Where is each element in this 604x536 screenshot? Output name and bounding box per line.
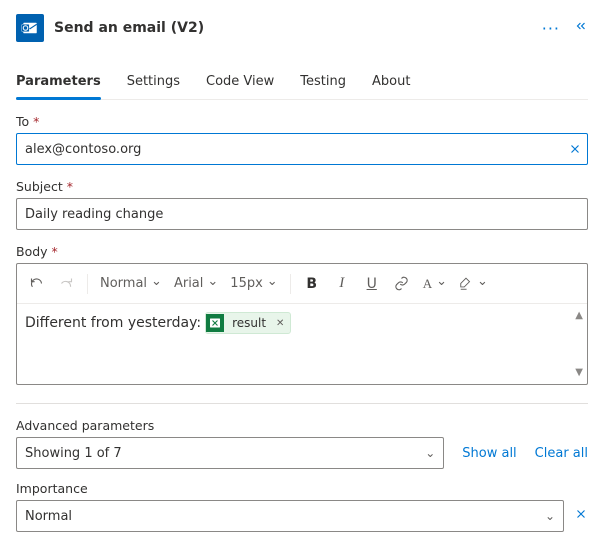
clear-to-button[interactable]	[568, 142, 582, 156]
highlight-color-dropdown[interactable]	[455, 276, 492, 291]
font-color-dropdown[interactable]: A	[419, 276, 451, 292]
body-textarea[interactable]: ▲ Different from yesterday: result ✕ ▼	[17, 304, 587, 384]
tab-parameters[interactable]: Parameters	[16, 68, 101, 99]
section-divider	[16, 403, 588, 404]
scroll-up-icon[interactable]: ▲	[575, 310, 583, 321]
chevron-down-icon: ⌄	[545, 509, 555, 523]
remove-importance-button[interactable]	[574, 507, 588, 525]
show-all-link[interactable]: Show all	[462, 446, 516, 461]
link-button[interactable]	[389, 270, 415, 298]
dynamic-content-token[interactable]: result ✕	[205, 312, 291, 334]
bold-button[interactable]: B	[299, 270, 325, 298]
chevron-down-icon	[477, 276, 488, 291]
advanced-parameters-summary: Showing 1 of 7	[25, 446, 122, 461]
toolbar-separator	[87, 274, 88, 294]
more-actions-button[interactable]: ···	[542, 19, 560, 38]
clear-all-link[interactable]: Clear all	[535, 446, 588, 461]
tab-settings[interactable]: Settings	[127, 68, 180, 99]
editor-toolbar: Normal Arial 15px B I U A	[17, 264, 587, 304]
field-to: To *	[16, 114, 588, 165]
to-label: To *	[16, 114, 588, 129]
field-body: Body * Normal Arial 15px	[16, 244, 588, 385]
paragraph-style-dropdown[interactable]: Normal	[96, 276, 166, 291]
tab-code-view[interactable]: Code View	[206, 68, 274, 99]
remove-token-button[interactable]: ✕	[276, 318, 284, 329]
redo-button[interactable]	[53, 270, 79, 298]
tab-testing[interactable]: Testing	[300, 68, 346, 99]
importance-dropdown[interactable]: Normal ⌄	[16, 500, 564, 532]
tab-bar: Parameters Settings Code View Testing Ab…	[16, 68, 588, 100]
chevron-down-icon: ⌄	[425, 446, 435, 460]
undo-button[interactable]	[23, 270, 49, 298]
chevron-down-icon	[207, 276, 218, 291]
tab-about[interactable]: About	[372, 68, 410, 99]
underline-button[interactable]: U	[359, 270, 385, 298]
toolbar-separator	[290, 274, 291, 294]
advanced-parameters-label: Advanced parameters	[16, 418, 588, 433]
rich-text-editor: Normal Arial 15px B I U A	[16, 263, 588, 385]
font-family-dropdown[interactable]: Arial	[170, 276, 222, 291]
body-label: Body *	[16, 244, 588, 259]
panel-title: Send an email (V2)	[54, 20, 532, 36]
importance-label: Importance	[16, 481, 588, 496]
outlook-icon	[16, 14, 44, 42]
collapse-panel-button[interactable]	[574, 19, 588, 37]
subject-label: Subject *	[16, 179, 588, 194]
excel-icon	[206, 314, 224, 332]
italic-button[interactable]: I	[329, 270, 355, 298]
panel-header: Send an email (V2) ···	[16, 14, 588, 42]
font-size-dropdown[interactable]: 15px	[226, 276, 281, 291]
field-subject: Subject *	[16, 179, 588, 230]
importance-value: Normal	[25, 509, 72, 524]
scroll-down-icon[interactable]: ▼	[575, 367, 583, 378]
chevron-down-icon	[151, 276, 162, 291]
chevron-down-icon	[267, 276, 278, 291]
subject-input[interactable]	[16, 198, 588, 230]
to-input[interactable]	[16, 133, 588, 165]
body-text: Different from yesterday:	[25, 315, 201, 331]
token-label: result	[232, 316, 266, 330]
advanced-parameters-dropdown[interactable]: Showing 1 of 7 ⌄	[16, 437, 444, 469]
chevron-down-icon	[436, 276, 447, 291]
